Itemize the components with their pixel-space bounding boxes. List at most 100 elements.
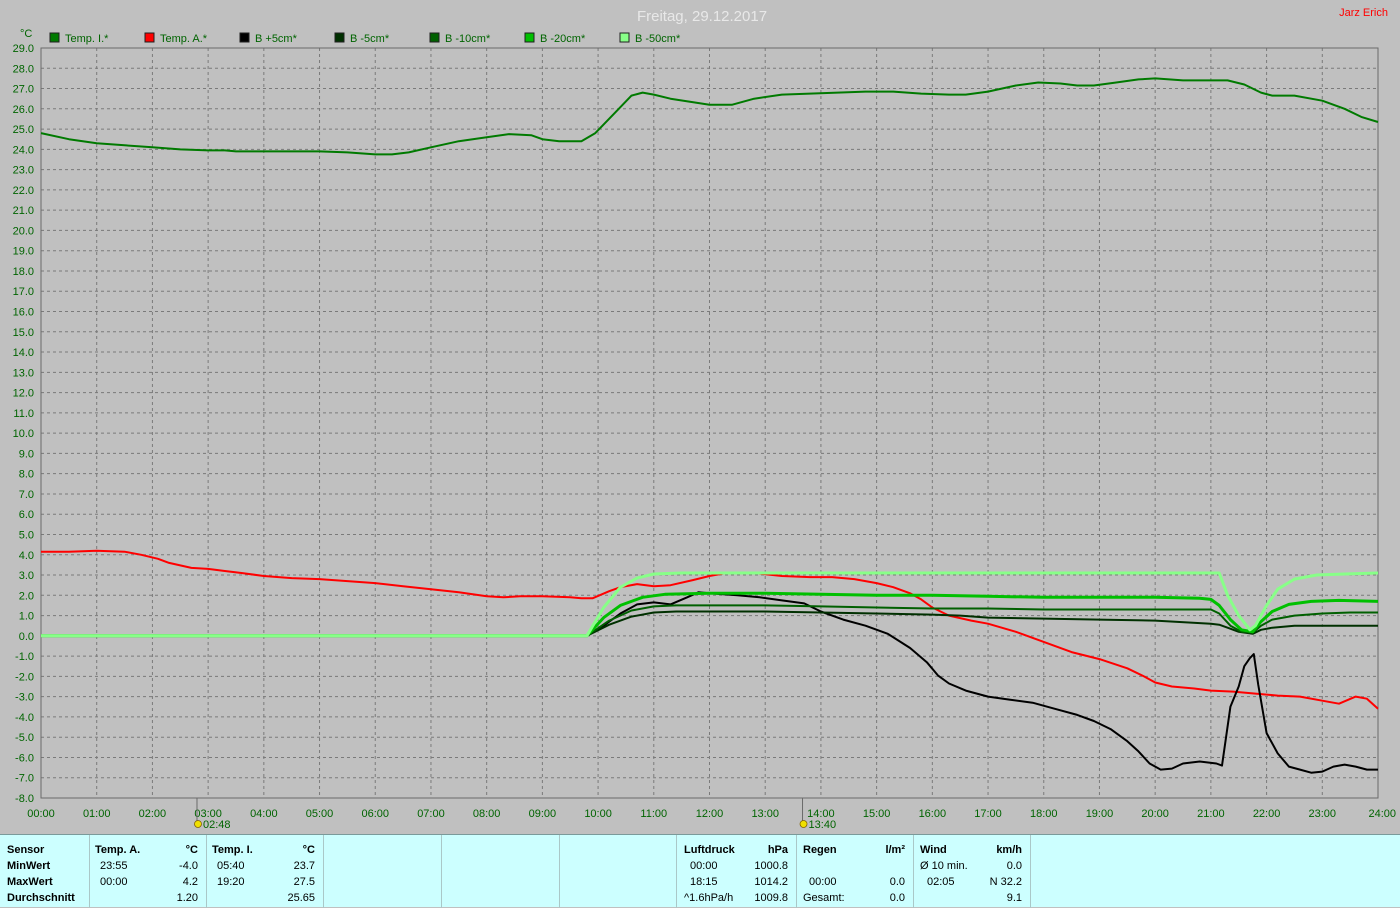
marker-time: 13:40 <box>809 819 837 831</box>
y-tick-label: -8.0 <box>15 793 34 805</box>
y-tick-label: 16.0 <box>13 307 34 319</box>
legend-swatch <box>49 32 60 43</box>
y-tick-label: 23.0 <box>13 165 34 177</box>
x-tick-label: 15:00 <box>863 808 891 820</box>
pressure-min-time: 00:00 <box>690 860 718 872</box>
sun-markers: 02:48 13:40 <box>194 798 836 831</box>
grid <box>40 47 1379 799</box>
x-tick-label: 09:00 <box>529 808 557 820</box>
y-tick-label: 22.0 <box>13 185 34 197</box>
x-tick-label: 17:00 <box>974 808 1002 820</box>
legend-label: B -20cm* <box>540 33 586 45</box>
x-tick-label: 04:00 <box>250 808 278 820</box>
y-tick-label: 20.0 <box>13 225 34 237</box>
y-tick-label: -3.0 <box>15 692 34 704</box>
pressure-label: Luftdruck <box>684 844 735 856</box>
y-tick-label: -5.0 <box>15 732 34 744</box>
empty-column-3 <box>560 835 677 908</box>
y-tick-label: 7.0 <box>19 489 34 501</box>
wind-label: Wind <box>920 844 947 856</box>
y-tick-label: 29.0 <box>13 43 34 55</box>
x-tick-label: 11:00 <box>640 808 667 820</box>
wind-avg10-label: Ø 10 min. <box>920 860 968 872</box>
sunset-icon <box>799 820 808 828</box>
x-tick-label: 16:00 <box>919 808 947 820</box>
x-tick-label: 07:00 <box>417 808 445 820</box>
temp-a-label: Temp. A. <box>95 844 141 856</box>
chart-title: Freitag, 29.12.2017 <box>637 8 767 25</box>
temp-i-label: Temp. I. <box>212 844 253 856</box>
legend: Temp. I.* Temp. A.* B +5cm* B -5cm* B -10cm*… <box>49 32 681 45</box>
legend-swatch <box>144 32 155 43</box>
x-tick-label: 23:00 <box>1309 808 1337 820</box>
legend-swatch <box>619 32 630 43</box>
x-tick-label: 08:00 <box>473 808 501 820</box>
legend-swatch <box>524 32 535 43</box>
maxwert-label: MaxWert <box>7 876 53 888</box>
x-tick-label: 22:00 <box>1253 808 1281 820</box>
rain-max-time: 00:00 <box>809 876 837 888</box>
author-label: Jarz Erich <box>1339 7 1388 19</box>
x-tick-label: 01:00 <box>83 808 111 820</box>
pressure-column: Luftdruck hPa 00:00 1000.8 18:15 1014.2 … <box>677 835 797 908</box>
y-tick-label: 10.0 <box>13 428 34 440</box>
wind-max-value: N 32.2 <box>989 876 1022 888</box>
pressure-min-value: 1000.8 <box>754 860 788 872</box>
y-axis-label: °C <box>20 28 32 40</box>
y-tick-label: 18.0 <box>13 266 34 278</box>
y-tick-label: 19.0 <box>13 246 34 258</box>
rain-unit: l/m² <box>885 844 905 856</box>
temp-i-unit: °C <box>302 844 315 856</box>
legend-label: B +5cm* <box>255 33 298 45</box>
y-tick-label: 8.0 <box>19 469 34 481</box>
legend-swatch <box>334 32 345 43</box>
y-tick-label: 2.0 <box>19 590 34 602</box>
temp-i-min-time: 05:40 <box>217 860 245 872</box>
wind-avg-value: 9.1 <box>1006 892 1022 904</box>
y-tick-label: 27.0 <box>13 84 34 96</box>
y-tick-label: 17.0 <box>13 286 34 298</box>
temp-i-max-time: 19:20 <box>217 876 245 888</box>
y-tick-label: -7.0 <box>15 773 34 785</box>
temp-a-min-time: 23:55 <box>100 860 128 872</box>
pressure-trend: ^1.6hPa/h <box>684 892 734 904</box>
temp-a-avg-value: 1.20 <box>176 892 198 904</box>
temp-a-min-value: -4.0 <box>179 860 198 872</box>
pressure-unit: hPa <box>767 844 788 856</box>
wind-max-time: 02:05 <box>927 876 955 888</box>
temp-i-column: Temp. I. °C 05:40 23.7 19:20 27.5 25.65 <box>207 835 324 908</box>
wind-column: Wind km/h Ø 10 min. 0.0 02:05 N 32.2 9.1 <box>914 835 1031 908</box>
x-tick-label: 00:00 <box>27 808 55 820</box>
y-tick-label: 12.0 <box>13 388 34 400</box>
y-tick-label: 15.0 <box>13 327 34 339</box>
sensor-column: Sensor MinWert MaxWert Durchschnitt <box>0 835 90 908</box>
y-tick-label: 26.0 <box>13 104 34 116</box>
temp-a-max-time: 00:00 <box>100 876 128 888</box>
legend-label: B -5cm* <box>350 33 390 45</box>
rain-max-value: 0.0 <box>889 876 905 888</box>
wind-avg10-value: 0.0 <box>1006 860 1022 872</box>
temp-i-avg-value: 25.65 <box>287 892 315 904</box>
temperature-chart: Freitag, 29.12.2017 Jarz Erich °C Temp. … <box>13 7 1396 831</box>
y-tick-label: 21.0 <box>13 205 34 217</box>
x-tick-label: 05:00 <box>306 808 334 820</box>
x-tick-label: 12:00 <box>696 808 724 820</box>
stats-panel: Sensor MinWert MaxWert Durchschnitt Temp… <box>0 834 1400 908</box>
legend-label: B -10cm* <box>445 33 491 45</box>
x-tick-label: 19:00 <box>1086 808 1114 820</box>
legend-label: Temp. A.* <box>160 33 208 45</box>
y-tick-label: 11.0 <box>13 408 34 420</box>
sunrise-icon <box>194 820 202 828</box>
y-tick-label: 14.0 <box>13 347 34 359</box>
y-tick-label: 1.0 <box>19 611 34 623</box>
y-tick-label: 4.0 <box>19 550 34 562</box>
minwert-label: MinWert <box>7 860 51 872</box>
y-tick-label: -6.0 <box>15 752 34 764</box>
rain-label: Regen <box>803 844 837 856</box>
y-tick-label: 9.0 <box>19 448 34 460</box>
y-tick-label: -4.0 <box>15 712 34 724</box>
y-tick-label: 28.0 <box>13 63 34 75</box>
x-tick-label: 20:00 <box>1141 808 1169 820</box>
legend-swatch <box>239 32 250 43</box>
y-tick-label: 3.0 <box>19 570 34 582</box>
